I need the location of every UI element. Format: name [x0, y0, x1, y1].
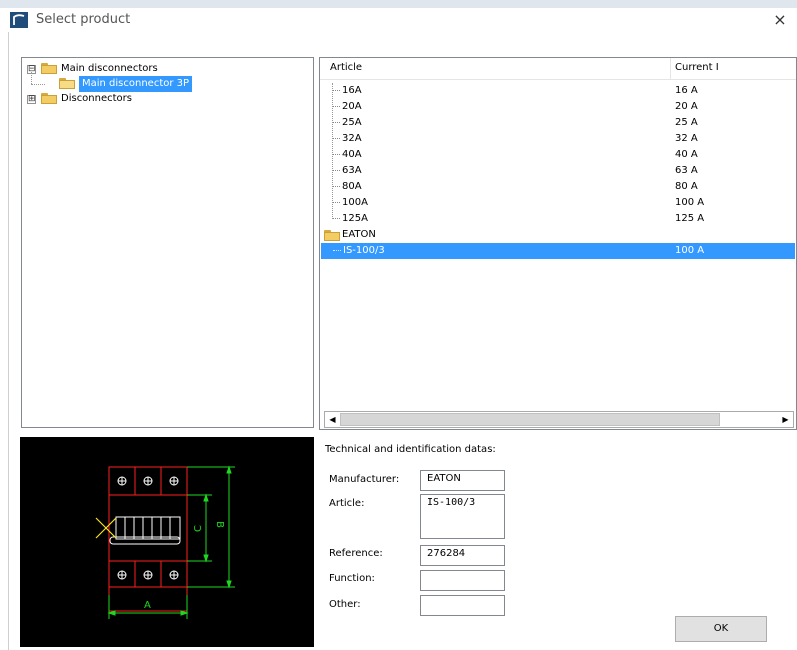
reference-label: Reference: [329, 548, 383, 559]
list-row[interactable]: 32A 32 A [320, 131, 796, 147]
article-list[interactable]: Article Current I 16A 16 A 20A 20 A 25A 25 … [319, 57, 797, 430]
folder-icon [41, 63, 57, 74]
function-field[interactable] [420, 570, 505, 591]
close-icon: × [773, 10, 787, 29]
tree-connector [333, 250, 341, 251]
cell-current: 40 A [675, 149, 698, 160]
cell-article: 16A [342, 85, 362, 96]
column-header-article[interactable]: Article [330, 62, 362, 73]
tree-item-label: Disconnectors [61, 93, 132, 104]
cell-article: 80A [342, 181, 362, 192]
cell-article: 25A [342, 117, 362, 128]
cell-current: 32 A [675, 133, 698, 144]
tree-connector [332, 154, 340, 155]
close-button[interactable]: × [763, 8, 797, 32]
tree-connector [332, 218, 340, 219]
cell-article: 20A [342, 101, 362, 112]
tree-connector [332, 170, 340, 171]
list-row-selected[interactable]: IS-100/3 100 A [321, 243, 795, 259]
folder-icon [41, 93, 57, 104]
list-row[interactable]: 80A 80 A [320, 179, 796, 195]
dimension-b-label: B [213, 521, 225, 528]
disconnector-drawing [95, 465, 235, 619]
tree-item-label: Main disconnectors [61, 63, 158, 74]
list-row[interactable]: 25A 25 A [320, 115, 796, 131]
dimension-c-label: C [192, 525, 204, 532]
cell-current: 100 A [675, 197, 705, 208]
scroll-thumb[interactable] [340, 413, 720, 426]
window-border [8, 32, 9, 650]
article-field[interactable]: IS-100/3 [420, 494, 505, 539]
list-row[interactable]: 63A 63 A [320, 163, 796, 179]
tree-connector [31, 72, 32, 84]
cell-current: 63 A [675, 165, 698, 176]
tree-connector [332, 202, 340, 203]
title-bar: Select product × [0, 0, 797, 32]
app-icon [10, 12, 28, 28]
tree-connector [332, 90, 340, 91]
category-tree[interactable]: ⊟ Main disconnectors Main disconnector 3… [21, 57, 314, 428]
cell-article: 32A [342, 133, 362, 144]
list-group-eaton[interactable]: EATON [320, 227, 796, 243]
column-divider[interactable] [670, 58, 671, 80]
list-row[interactable]: 20A 20 A [320, 99, 796, 115]
expand-icon[interactable]: ⊞ [27, 95, 36, 104]
cell-article: IS-100/3 [343, 245, 385, 256]
reference-field[interactable]: 276284 [420, 545, 505, 566]
cell-current: 80 A [675, 181, 698, 192]
product-drawing: A B C [20, 437, 314, 647]
other-field[interactable] [420, 595, 505, 616]
cell-current: 125 A [675, 213, 705, 224]
column-header-current[interactable]: Current I [675, 62, 719, 73]
tree-item-label: Main disconnector 3P [79, 76, 193, 92]
list-row[interactable]: 100A 100 A [320, 195, 796, 211]
tree-connector [332, 83, 333, 219]
tree-connector [332, 106, 340, 107]
top-strip [0, 0, 797, 8]
scroll-left-icon[interactable]: ◀ [325, 412, 340, 427]
cell-current: 25 A [675, 117, 698, 128]
list-row[interactable]: 16A 16 A [320, 83, 796, 99]
reference-value: 276284 [427, 548, 466, 559]
tree-connector [332, 186, 340, 187]
window-title: Select product [36, 12, 131, 27]
article-value: IS-100/3 [427, 497, 476, 508]
other-label: Other: [329, 599, 361, 610]
ok-button[interactable]: OK [675, 616, 767, 642]
list-row[interactable]: 40A 40 A [320, 147, 796, 163]
cell-current: 100 A [675, 245, 705, 256]
dimension-a-label: A [144, 600, 151, 611]
cell-article: 125A [342, 213, 368, 224]
folder-icon [324, 230, 340, 241]
scroll-right-icon[interactable]: ▶ [778, 412, 793, 427]
article-label: Article: [329, 498, 365, 509]
manufacturer-field[interactable]: EATON [420, 470, 505, 491]
manufacturer-label: Manufacturer: [329, 474, 400, 485]
tree-item-disconnectors[interactable]: ⊞ Disconnectors [27, 91, 297, 107]
cell-article: 40A [342, 149, 362, 160]
open-folder-icon [59, 78, 75, 89]
group-label: EATON [342, 229, 376, 240]
list-row[interactable]: 125A 125 A [320, 211, 796, 227]
cell-current: 20 A [675, 101, 698, 112]
tree-connector [31, 84, 45, 85]
tree-item-main-disconnectors[interactable]: ⊟ Main disconnectors [27, 61, 297, 77]
function-label: Function: [329, 573, 375, 584]
cell-article: 63A [342, 165, 362, 176]
tree-connector [332, 122, 340, 123]
horizontal-scrollbar[interactable]: ◀ ▶ [324, 411, 794, 428]
cell-article: 100A [342, 197, 368, 208]
details-title: Technical and identification datas: [325, 444, 496, 455]
tree-connector [332, 138, 340, 139]
manufacturer-value: EATON [427, 473, 461, 484]
cell-current: 16 A [675, 85, 698, 96]
list-header: Article Current I [320, 58, 796, 80]
